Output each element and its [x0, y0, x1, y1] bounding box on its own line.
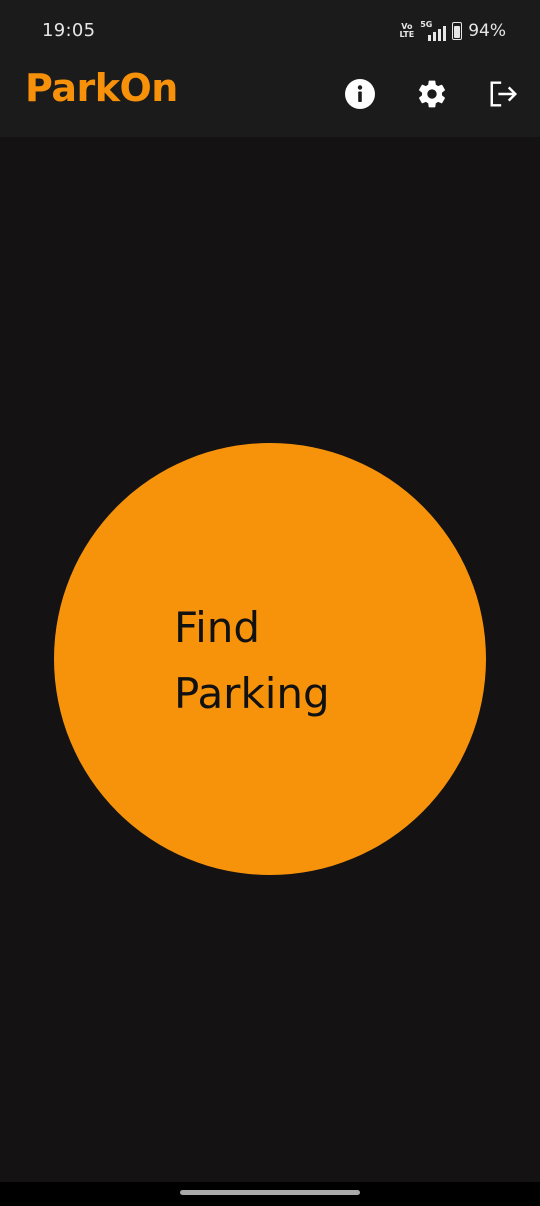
gear-icon — [419, 80, 445, 108]
home-indicator[interactable] — [180, 1190, 360, 1195]
app-bar: ParkOn — [0, 60, 540, 137]
app-title: ParkOn — [25, 66, 178, 110]
status-indicators: Vo LTE 5G 94% — [399, 20, 506, 42]
info-button[interactable] — [344, 78, 376, 110]
app-actions — [344, 78, 520, 110]
signal-icon: 5G — [420, 21, 447, 41]
main-content: Find Parking — [0, 137, 540, 1182]
battery-icon — [452, 22, 463, 40]
system-nav-bar — [0, 1182, 540, 1206]
battery-level: 94% — [468, 21, 506, 41]
app-screen: 19:05 Vo LTE 5G 94% ParkOn Find Parking — [0, 0, 540, 1206]
status-time: 19:05 — [42, 20, 96, 41]
find-parking-button[interactable]: Find Parking — [54, 443, 486, 875]
logout-button[interactable] — [488, 78, 520, 110]
info-icon — [345, 79, 375, 109]
volte-icon: Vo LTE — [399, 22, 415, 39]
find-parking-label: Find Parking — [174, 603, 330, 718]
logout-icon — [490, 81, 518, 107]
status-bar: 19:05 Vo LTE 5G 94% — [0, 0, 540, 60]
settings-button[interactable] — [416, 78, 448, 110]
